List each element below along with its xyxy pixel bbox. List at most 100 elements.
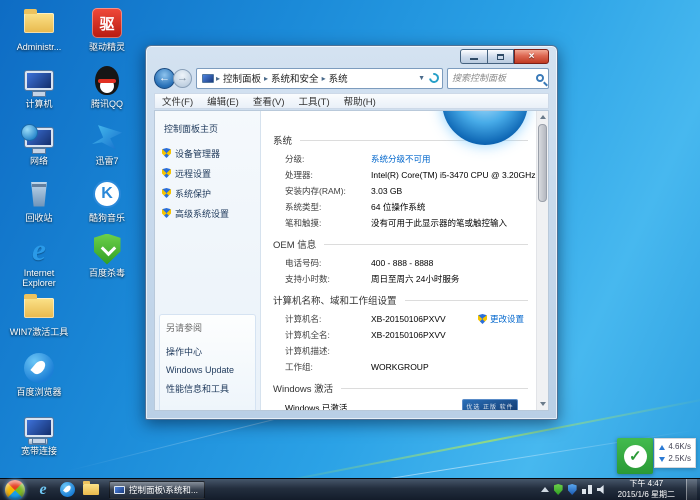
upload-icon [659, 445, 665, 450]
netspeed-panel: 4.6K/s 2.5K/s [654, 438, 696, 468]
desktop-icon-broadband[interactable]: 宽带连接 [8, 410, 70, 456]
maximize-button[interactable] [487, 49, 514, 64]
sidebar-item-performance-tools[interactable]: 性能信息和工具 [166, 378, 249, 398]
upload-speed: 4.6K/s [668, 441, 691, 453]
desktop-icon-baidu-browser[interactable]: 百度浏览器 [8, 351, 70, 397]
desktop-icon-win7-activation-folder[interactable]: WIN7激活工具 [8, 291, 70, 337]
scroll-up-icon[interactable] [537, 111, 549, 123]
sidebar-item-remote-settings[interactable]: 远程设置 [155, 163, 260, 183]
sidebar-item-label: 设备管理器 [175, 147, 220, 160]
menu-edit[interactable]: 编辑(E) [200, 94, 246, 108]
desktop-icon-administrator[interactable]: Administr... [8, 6, 70, 52]
search-input[interactable] [452, 73, 530, 83]
safety-check-widget[interactable] [617, 438, 653, 474]
volume-icon[interactable] [597, 485, 607, 495]
menu-view[interactable]: 查看(V) [246, 94, 292, 108]
icon-label: 驱动精灵 [76, 42, 138, 52]
address-bar[interactable]: 控制面板 系统和安全 系统 ▼ [196, 68, 443, 89]
genuine-badge[interactable]: 优选 正版 软件 正版授权 安全 稳定 声誉 [462, 399, 518, 410]
rating-link[interactable]: 系统分级不可用 [371, 153, 431, 165]
desktop-icon-network[interactable]: 网络 [8, 120, 70, 166]
info-row-phone: 电话号码: 400 - 888 - 8888 [273, 255, 528, 271]
section-title-computer-name: 计算机名称、域和工作组设置 [273, 293, 528, 307]
change-settings[interactable]: 更改设置 [478, 313, 528, 325]
desktop-icon-kugou[interactable]: K 酷狗音乐 [76, 177, 138, 223]
sidebar: 控制面板主页 设备管理器 远程设置 系统保护 高级系统设置 [155, 111, 261, 410]
breadcrumb-system-security[interactable]: 系统和安全 [268, 71, 322, 85]
desktop-icon-baidu-antivirus[interactable]: 百度杀毒 [76, 232, 138, 278]
row-value: XB-20150106PXVV [371, 314, 446, 324]
row-label: 分级: [285, 153, 371, 165]
desktop-icon-computer[interactable]: 计算机 [8, 63, 70, 109]
tray-security-icon[interactable] [568, 484, 577, 495]
network-status-icon[interactable] [582, 485, 592, 494]
netspeed-popup: 4.6K/s 2.5K/s [617, 438, 696, 474]
tray-antivirus-icon[interactable] [554, 484, 563, 495]
scrollbar-thumb[interactable] [538, 124, 547, 202]
system-tray: 下午 4:47 2015/1/6 星期二 [541, 479, 700, 500]
menu-file[interactable]: 文件(F) [155, 94, 200, 108]
taskbar-ie-button[interactable]: e [31, 480, 55, 500]
icon-label: 回收站 [8, 213, 70, 223]
desktop-icon-internet-explorer[interactable]: e Internet Explorer [8, 232, 70, 289]
thunder-bird-icon [89, 120, 125, 154]
change-settings-link[interactable]: 更改设置 [490, 313, 524, 325]
sidebar-item-device-manager[interactable]: 设备管理器 [155, 143, 260, 163]
menu-help[interactable]: 帮助(H) [337, 94, 383, 108]
icon-label: 腾讯QQ [76, 99, 138, 109]
row-label: 工作组: [285, 361, 371, 373]
forward-button[interactable]: → [173, 69, 192, 88]
address-dropdown-icon[interactable]: ▼ [418, 75, 425, 82]
row-value: 没有可用于此显示器的笔或触控输入 [371, 217, 507, 229]
row-label: 计算机名: [285, 313, 371, 325]
row-value: Intel(R) Core(TM) i5-3470 CPU @ 3.20GHz … [371, 169, 536, 181]
search-box[interactable] [447, 68, 549, 89]
icon-label: Internet Explorer [8, 268, 70, 289]
menu-tools[interactable]: 工具(T) [291, 94, 336, 108]
show-desktop-button[interactable] [686, 479, 697, 500]
sidebar-item-action-center[interactable]: 操作中心 [166, 341, 249, 361]
taskbar: e 控制面板\系统和... 下午 4:47 2015/1/6 星期二 [0, 478, 700, 500]
window-body: 控制面板主页 设备管理器 远程设置 系统保护 高级系统设置 [154, 110, 549, 411]
refresh-icon[interactable] [427, 71, 441, 85]
search-icon[interactable] [536, 74, 544, 82]
taskbar-clock[interactable]: 下午 4:47 2015/1/6 星期二 [612, 479, 681, 500]
hidden-icons-arrow-icon[interactable] [541, 487, 549, 492]
control-panel-icon [202, 74, 214, 83]
folder-icon [83, 484, 99, 495]
desktop-icon-recycle-bin[interactable]: 回收站 [8, 177, 70, 223]
back-button[interactable]: ← [154, 68, 175, 89]
green-shield-icon [89, 232, 125, 266]
badge-top-text: 优选 正版 软件 [464, 402, 516, 410]
minimize-button[interactable] [460, 49, 487, 64]
desktop-icon-driver-genius[interactable]: 驱 驱动精灵 [76, 6, 138, 52]
taskbar-baidu-browser-button[interactable] [55, 480, 79, 500]
info-row-system-type: 系统类型: 64 位操作系统 [273, 199, 528, 215]
breadcrumb-control-panel[interactable]: 控制面板 [220, 71, 264, 85]
row-label: 电话号码: [285, 257, 371, 269]
scrollbar[interactable] [536, 111, 548, 410]
uac-shield-icon [162, 168, 171, 178]
network-icon [21, 120, 57, 154]
sidebar-item-control-panel-home[interactable]: 控制面板主页 [155, 119, 260, 143]
sidebar-item-advanced-settings[interactable]: 高级系统设置 [155, 203, 260, 223]
desktop-icon-thunder[interactable]: 迅雷7 [76, 120, 138, 166]
scroll-down-icon[interactable] [537, 398, 549, 410]
computer-icon [21, 63, 57, 97]
sidebar-item-system-protection[interactable]: 系统保护 [155, 183, 260, 203]
user-folder-icon [21, 6, 57, 40]
baidu-browser-icon [60, 482, 75, 497]
taskbar-explorer-button[interactable] [79, 480, 103, 500]
icon-label: 酷狗音乐 [76, 213, 138, 223]
clock-time: 下午 4:47 [618, 479, 675, 489]
close-button[interactable]: × [514, 49, 549, 64]
broadband-connection-icon [21, 410, 57, 444]
task-button-control-panel[interactable]: 控制面板\系统和... [109, 481, 205, 499]
start-button[interactable] [5, 480, 25, 500]
row-value: 400 - 888 - 8888 [371, 258, 433, 268]
breadcrumb-system[interactable]: 系统 [326, 71, 351, 85]
sidebar-item-windows-update[interactable]: Windows Update [166, 361, 249, 378]
icon-label: 网络 [8, 156, 70, 166]
desktop-icon-qq[interactable]: 腾讯QQ [76, 63, 138, 109]
clock-date: 2015/1/6 星期二 [618, 490, 675, 500]
